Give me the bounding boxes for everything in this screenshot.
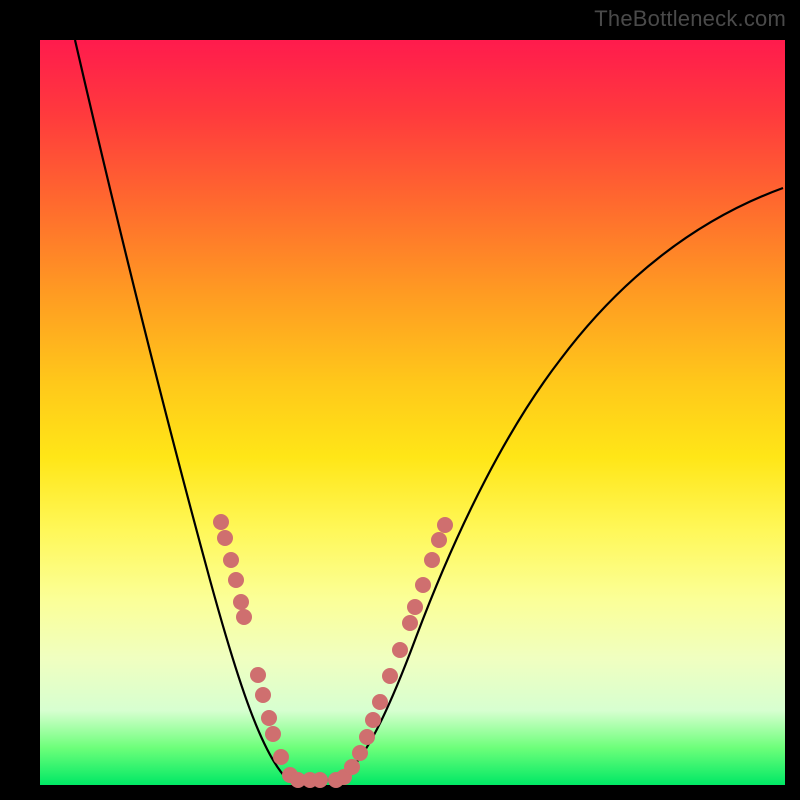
marker-dot bbox=[392, 642, 408, 658]
marker-dot bbox=[228, 572, 244, 588]
chart-frame: TheBottleneck.com bbox=[0, 0, 800, 800]
marker-dot bbox=[352, 745, 368, 761]
marker-dot bbox=[265, 726, 281, 742]
marker-dot bbox=[233, 594, 249, 610]
marker-dot bbox=[382, 668, 398, 684]
marker-dot bbox=[344, 759, 360, 775]
right-curve bbox=[320, 188, 783, 780]
marker-dot bbox=[223, 552, 239, 568]
marker-dot bbox=[250, 667, 266, 683]
watermark-label: TheBottleneck.com bbox=[594, 6, 786, 32]
marker-dot bbox=[273, 749, 289, 765]
marker-dot bbox=[261, 710, 277, 726]
marker-dot bbox=[372, 694, 388, 710]
marker-dot bbox=[365, 712, 381, 728]
marker-dot bbox=[402, 615, 418, 631]
right-curve-markers bbox=[328, 517, 453, 788]
marker-dot bbox=[437, 517, 453, 533]
marker-dot bbox=[213, 514, 229, 530]
marker-dot bbox=[217, 530, 233, 546]
marker-dot bbox=[424, 552, 440, 568]
marker-dot bbox=[359, 729, 375, 745]
left-curve bbox=[75, 40, 320, 780]
marker-dot bbox=[415, 577, 431, 593]
marker-dot bbox=[236, 609, 252, 625]
plot-area bbox=[40, 40, 785, 785]
marker-dot bbox=[312, 772, 328, 788]
curve-layer bbox=[40, 40, 785, 785]
marker-dot bbox=[431, 532, 447, 548]
marker-dot bbox=[255, 687, 271, 703]
marker-dot bbox=[407, 599, 423, 615]
